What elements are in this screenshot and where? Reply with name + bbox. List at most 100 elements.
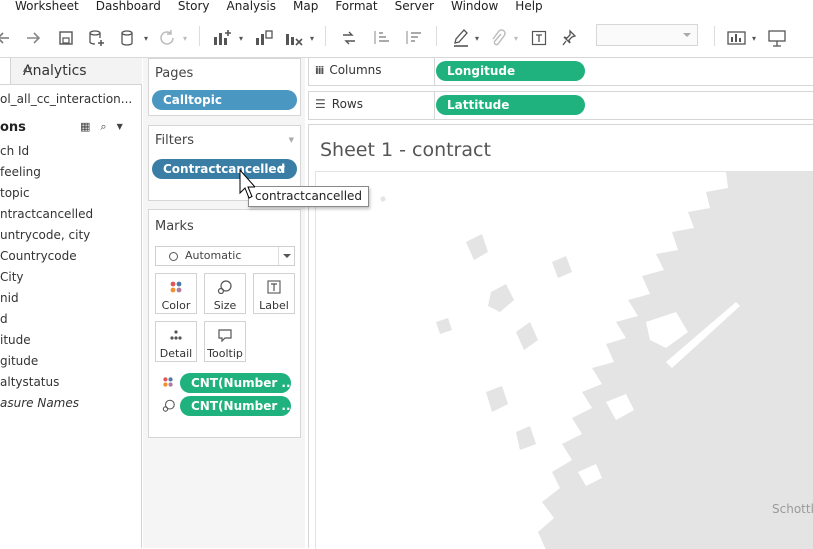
field-item[interactable]: altystatus [0, 375, 93, 396]
swap-icon[interactable] [338, 26, 360, 50]
map-canvas[interactable]: Schottla [315, 171, 813, 549]
marks-size-pill[interactable]: CNT(Number .. [180, 396, 291, 416]
field-item[interactable]: untrycode, city [0, 228, 93, 249]
field-item[interactable]: gitude [0, 354, 93, 375]
new-worksheet-icon[interactable] [210, 26, 234, 50]
menu-worksheet[interactable]: Worksheet [15, 0, 79, 12]
field-item[interactable]: feeling [0, 165, 93, 186]
presentation-icon[interactable] [766, 26, 788, 50]
back-icon[interactable] [0, 26, 12, 50]
marks-color-pill[interactable]: CNT(Number .. [180, 373, 291, 393]
worksheet-dropdown-icon[interactable]: ▾ [236, 26, 246, 50]
rows-icon: ☰ [315, 97, 326, 111]
menu-map[interactable]: Map [293, 0, 318, 12]
field-item[interactable]: d [0, 312, 93, 333]
detail-button[interactable]: Detail [155, 321, 197, 362]
forward-icon[interactable] [24, 26, 44, 50]
field-item[interactable]: ntractcancelled [0, 207, 93, 228]
color-icon [162, 376, 174, 391]
marks-title: Marks [155, 219, 194, 234]
menu-analysis[interactable]: Analysis [227, 0, 276, 12]
fit-dropdown[interactable] [596, 24, 698, 46]
rows-shelf[interactable]: ☰ Rows Lattitude [308, 91, 813, 120]
field-item[interactable]: City [0, 270, 93, 291]
mark-type-dropdown[interactable]: Automatic [155, 246, 295, 266]
pages-card: Pages Calltopic [148, 58, 301, 116]
worksheet-view: Sheet 1 - contract Schottla [308, 124, 813, 549]
analytics-tab[interactable]: Analytics ▴▾ [10, 58, 142, 85]
tooltip-button[interactable]: Tooltip [204, 321, 246, 362]
size-icon [205, 280, 245, 294]
highlight-dropdown-icon[interactable]: ▾ [473, 26, 481, 50]
filter-pill-contractcancelled[interactable]: Contractcancelled ▼ [152, 159, 297, 179]
show-me-dropdown-icon[interactable]: ▾ [750, 26, 758, 50]
menu-format[interactable]: Format [335, 0, 377, 12]
pages-pill-calltopic[interactable]: Calltopic [152, 90, 297, 110]
field-item[interactable]: ch Id [0, 144, 93, 165]
columns-pill-longitude[interactable]: Longitude [436, 61, 585, 81]
color-label: Color [161, 299, 191, 312]
pill-tooltip: contractcancelled [248, 186, 370, 207]
refresh-icon[interactable] [156, 26, 178, 50]
clear-sheet-icon[interactable] [282, 26, 306, 50]
field-item[interactable]: itude [0, 333, 93, 354]
pill-dropdown-icon[interactable]: ▼ [279, 159, 285, 179]
data-tab[interactable] [0, 58, 10, 85]
dimensions-title: ons [0, 120, 26, 135]
sort-descending-icon[interactable] [402, 26, 424, 50]
label-button[interactable]: Label [253, 273, 295, 314]
text-label-icon[interactable] [529, 26, 549, 50]
sort-ascending-icon[interactable] [370, 26, 392, 50]
new-datasource-icon[interactable] [86, 26, 108, 50]
chevron-down-icon [683, 33, 691, 37]
label-label: Label [259, 299, 289, 312]
detail-label: Detail [159, 347, 193, 360]
attach-icon[interactable] [488, 26, 508, 50]
detail-icon [156, 328, 196, 342]
menu-story[interactable]: Story [178, 0, 210, 12]
mark-type-value: Automatic [185, 249, 242, 262]
datasource-icon[interactable] [118, 26, 140, 50]
menu-help[interactable]: Help [515, 0, 542, 12]
menu-window[interactable]: Window [451, 0, 498, 12]
sheet-title: Sheet 1 - contract [320, 139, 491, 161]
menu-dashboard[interactable]: Dashboard [96, 0, 161, 12]
map-place-label: Schottla [772, 502, 813, 516]
marks-card: Marks Automatic Color Size Label Detail … [148, 209, 301, 438]
color-icon [156, 280, 196, 294]
tooltip-icon [205, 328, 245, 342]
attach-dropdown-icon[interactable]: ▾ [512, 26, 520, 50]
pages-title: Pages [155, 66, 194, 81]
search-icon[interactable]: ⌕ [100, 120, 106, 134]
filters-menu-icon[interactable]: ▼ [289, 136, 294, 144]
field-item-measure-names[interactable]: asure Names [0, 396, 93, 417]
filter-pill-label: Contractcancelled [163, 162, 286, 176]
view-list-icon[interactable]: ▦ [80, 120, 90, 134]
field-item[interactable]: Countrycode [0, 249, 93, 270]
datasource-name[interactable]: ol_all_cc_interaction... [0, 92, 132, 106]
datasource-dropdown-icon[interactable]: ▾ [142, 26, 150, 50]
data-pane: Analytics ▴▾ ol_all_cc_interaction... on… [0, 58, 142, 548]
size-button[interactable]: Size [204, 273, 246, 314]
pin-icon[interactable] [559, 26, 579, 50]
menu-server[interactable]: Server [395, 0, 434, 12]
sort-icon[interactable]: ▴▾ [23, 65, 134, 75]
clear-dropdown-icon[interactable]: ▾ [307, 26, 317, 50]
duplicate-sheet-icon[interactable] [252, 26, 276, 50]
menu-bar: Worksheet Dashboard Story Analysis Map F… [0, 0, 813, 14]
field-item[interactable]: nid [0, 291, 93, 312]
save-icon[interactable] [56, 26, 76, 50]
cards-column: Pages Calltopic Filters ▼ Contractcancel… [143, 58, 305, 548]
columns-icon: iii [315, 63, 324, 77]
tooltip-label: Tooltip [207, 347, 243, 360]
pane-menu-icon[interactable]: ▼ [117, 122, 123, 134]
chevron-down-icon[interactable] [278, 247, 294, 265]
refresh-dropdown-icon[interactable]: ▾ [180, 26, 190, 50]
rows-pill-lattitude[interactable]: Lattitude [436, 95, 585, 115]
rows-label: Rows [331, 97, 363, 111]
highlight-icon[interactable] [450, 26, 472, 50]
color-button[interactable]: Color [155, 273, 197, 314]
columns-shelf[interactable]: iii Columns Longitude [308, 57, 813, 86]
field-item[interactable]: topic [0, 186, 93, 207]
show-me-icon[interactable] [725, 26, 749, 50]
